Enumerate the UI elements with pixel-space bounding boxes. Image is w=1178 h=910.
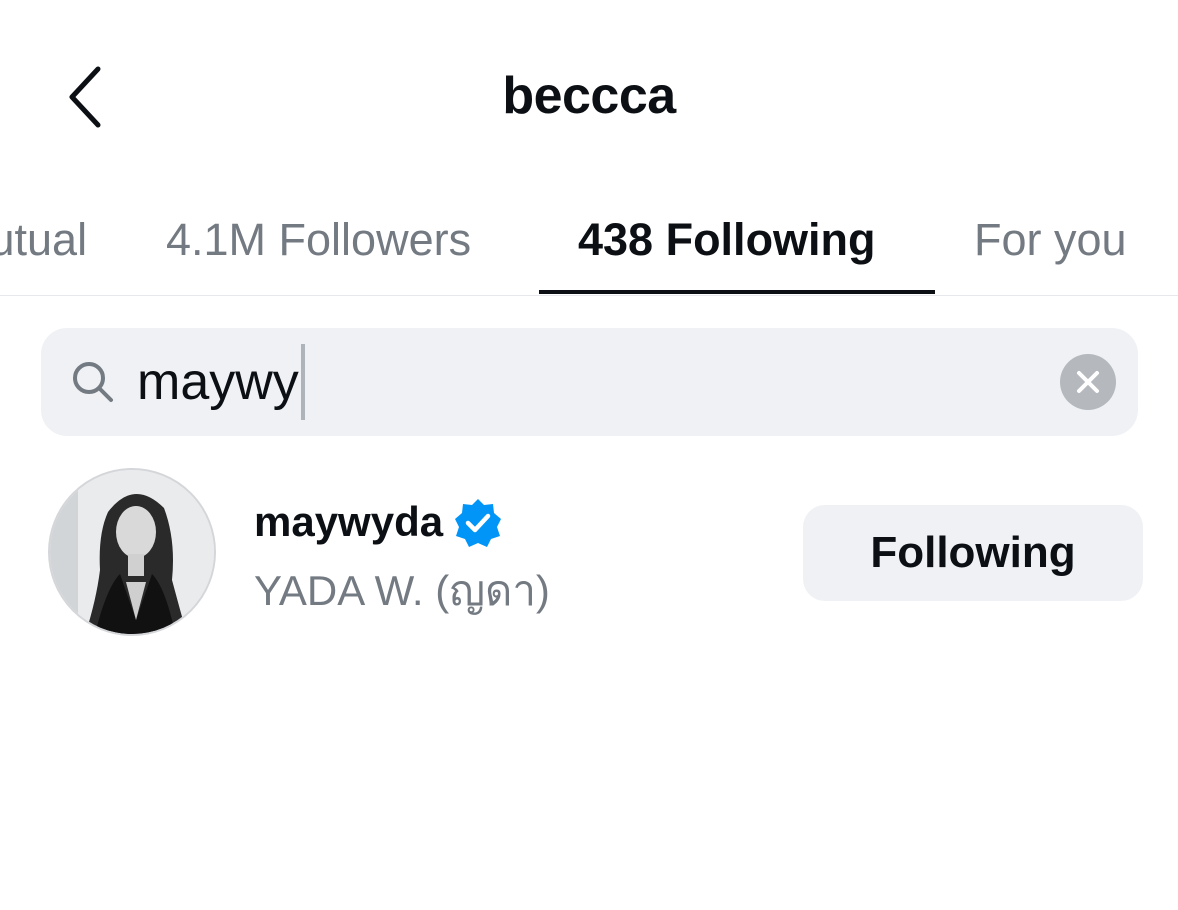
username-line: maywyda [254, 492, 550, 552]
search-icon [73, 362, 113, 402]
search-bar[interactable]: maywy [41, 328, 1138, 436]
page-title: beccca [502, 67, 676, 125]
tab-mutual[interactable]: Mutual [0, 200, 87, 280]
following-list-screen: beccca Mutual 4.1M Followers 438 Followi… [0, 0, 1178, 910]
user-list-item[interactable]: maywyda YADA W. (ญดา) Following [0, 462, 1178, 646]
search-query: maywy [137, 353, 299, 411]
tab-bar: Mutual 4.1M Followers 438 Following For … [0, 190, 1178, 296]
verified-badge-icon [455, 499, 502, 547]
active-tab-indicator [539, 290, 935, 294]
username[interactable]: maywyda [254, 498, 443, 546]
profile-photo [50, 470, 214, 634]
clear-search-button[interactable] [1060, 354, 1116, 410]
close-icon [1077, 371, 1099, 393]
user-info: maywyda YADA W. (ญดา) [254, 492, 550, 624]
text-caret [300, 344, 305, 420]
full-name: YADA W. (ญดา) [254, 567, 550, 614]
tab-for-you[interactable]: For you [974, 200, 1127, 280]
following-button[interactable]: Following [803, 505, 1143, 601]
tab-following[interactable]: 438 Following [578, 200, 876, 280]
tab-followers[interactable]: 4.1M Followers [166, 200, 471, 280]
search-input[interactable]: maywy [137, 342, 1037, 422]
avatar[interactable] [48, 468, 216, 636]
